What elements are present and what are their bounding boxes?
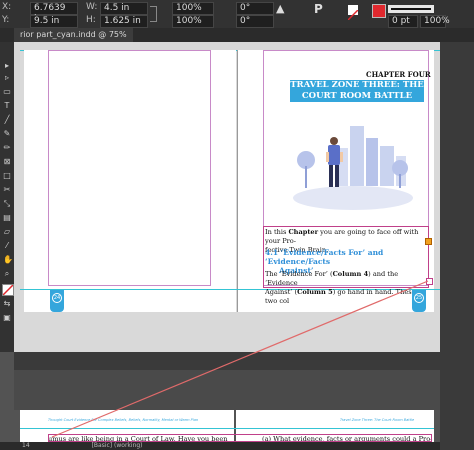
status-bar: 14 [Basic] (working) xyxy=(0,442,440,450)
page-indicator[interactable]: 14 xyxy=(22,442,30,449)
style-indicator: [Basic] (working) xyxy=(91,442,143,449)
text-thread-line xyxy=(51,280,429,438)
